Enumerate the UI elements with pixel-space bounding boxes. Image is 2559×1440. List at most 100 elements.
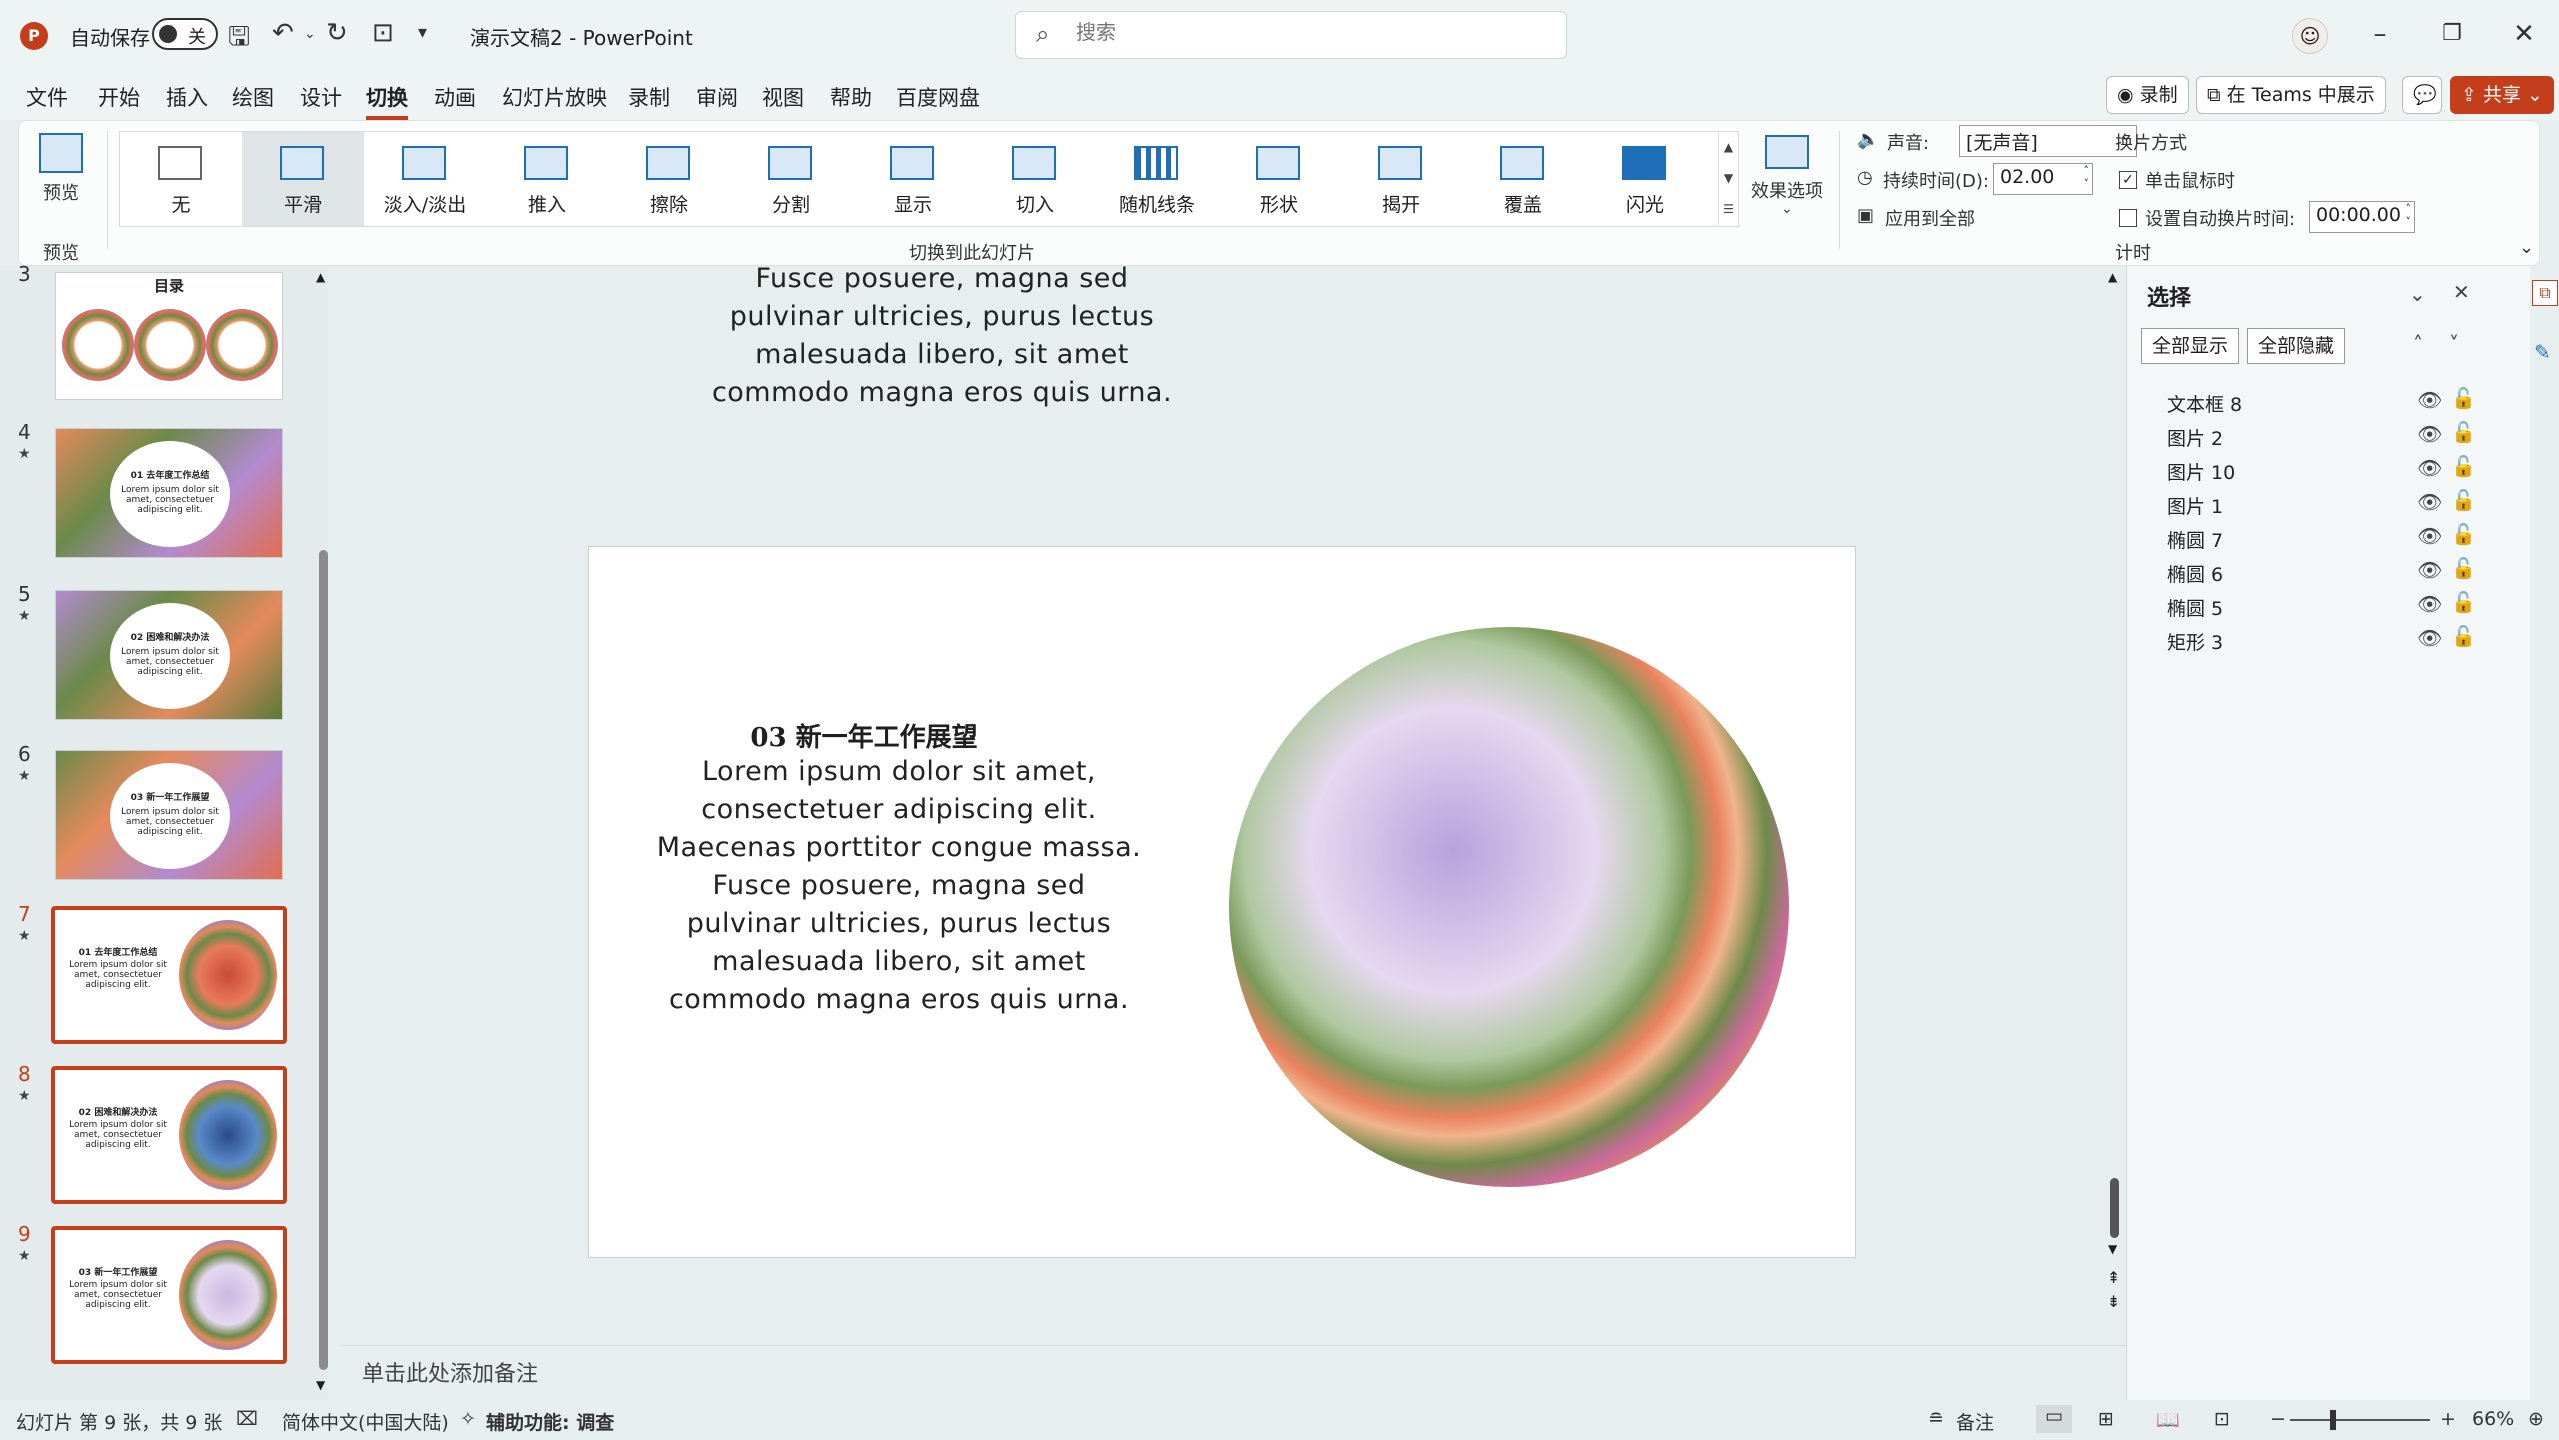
selection-item[interactable]: 椭圆 6: [2167, 560, 2223, 587]
transition-random-bars[interactable]: 随机线条: [1096, 132, 1218, 226]
transition-cover[interactable]: 覆盖: [1462, 132, 1584, 226]
canvas-scrollbar[interactable]: ▲ ▼ ⇞ ⇟: [2104, 266, 2126, 1343]
tab-slideshow[interactable]: 幻灯片放映: [502, 82, 607, 112]
duration-input[interactable]: 02.00 ˄ ˅: [1993, 163, 2093, 195]
slide-thumbnail-9[interactable]: 03 新一年工作展望 Lorem ipsum dolor sit amet, c…: [51, 1226, 287, 1364]
tab-help[interactable]: 帮助: [830, 82, 872, 112]
transition-uncover[interactable]: 揭开: [1340, 132, 1462, 226]
tab-design[interactable]: 设计: [300, 82, 342, 112]
undo-dropdown-icon[interactable]: ⌄: [304, 26, 316, 42]
selection-item[interactable]: 文本框 8: [2167, 390, 2242, 417]
notes-area[interactable]: 单击此处添加备注: [342, 1345, 2126, 1395]
unlock-icon[interactable]: 🔓: [2451, 624, 2476, 648]
accessibility-status[interactable]: 辅助功能: 调查: [486, 1408, 614, 1435]
visibility-eye-icon[interactable]: 👁: [2417, 456, 2442, 480]
selection-item[interactable]: 图片 2: [2167, 424, 2223, 451]
gallery-down-icon[interactable]: ▼: [1718, 163, 1738, 194]
slide-thumbnail-8[interactable]: 02 困难和解决办法 Lorem ipsum dolor sit amet, c…: [51, 1066, 287, 1204]
send-backward-icon[interactable]: ˅: [2449, 332, 2459, 356]
apply-all-button[interactable]: 应用到全部: [1885, 205, 1975, 231]
comments-button[interactable]: 💬: [2402, 76, 2442, 114]
record-button[interactable]: ◉ 录制: [2106, 76, 2189, 114]
slide-sorter-icon[interactable]: ⊞: [2098, 1408, 2114, 1430]
transition-flash[interactable]: 闪光: [1584, 132, 1706, 226]
transition-cut[interactable]: 切入: [974, 132, 1096, 226]
unlock-icon[interactable]: 🔓: [2451, 488, 2476, 512]
gallery-expand-icon[interactable]: ☰: [1718, 194, 1738, 225]
search-box[interactable]: ⌕: [1015, 11, 1567, 59]
unlock-icon[interactable]: 🔓: [2451, 420, 2476, 444]
transition-reveal[interactable]: 显示: [852, 132, 974, 226]
zoom-out-icon[interactable]: −: [2270, 1408, 2286, 1430]
thumbnail-scrollbar[interactable]: ▲ ▼: [314, 270, 334, 1396]
zoom-level[interactable]: 66%: [2472, 1408, 2514, 1430]
slide-thumbnail-7[interactable]: 01 去年度工作总结 Lorem ipsum dolor sit amet, c…: [51, 906, 287, 1044]
close-icon[interactable]: ✕: [2504, 14, 2544, 54]
preview-button-label[interactable]: 预览: [43, 179, 79, 205]
scroll-down-icon[interactable]: ▼: [316, 1378, 325, 1392]
visibility-eye-icon[interactable]: 👁: [2417, 626, 2442, 650]
preview-icon[interactable]: [39, 133, 83, 173]
collapse-ribbon-icon[interactable]: ⌄: [2519, 237, 2534, 258]
tab-insert[interactable]: 插入: [166, 82, 208, 112]
zoom-slider[interactable]: [2290, 1419, 2430, 1421]
selection-item[interactable]: 图片 10: [2167, 458, 2235, 485]
show-all-button[interactable]: 全部显示: [2141, 328, 2240, 364]
present-from-start-icon[interactable]: ⊡: [372, 18, 394, 48]
tab-view[interactable]: 视图: [762, 82, 804, 112]
redo-icon[interactable]: ↻: [326, 18, 348, 48]
transition-shape[interactable]: 形状: [1218, 132, 1340, 226]
auto-advance-checkbox[interactable]: [2119, 209, 2137, 227]
unlock-icon[interactable]: 🔓: [2451, 590, 2476, 614]
visibility-eye-icon[interactable]: 👁: [2417, 490, 2442, 514]
selection-item[interactable]: 椭圆 7: [2167, 526, 2223, 553]
selection-item[interactable]: 图片 1: [2167, 492, 2223, 519]
spinner-icon[interactable]: ˄ ˅: [2084, 164, 2090, 190]
transition-split[interactable]: 分割: [730, 132, 852, 226]
zoom-in-icon[interactable]: +: [2440, 1408, 2456, 1430]
minimize-icon[interactable]: –: [2360, 14, 2400, 54]
undo-icon[interactable]: ↶: [272, 18, 294, 48]
unlock-icon[interactable]: 🔓: [2451, 522, 2476, 546]
customize-toolbar-icon[interactable]: ▾: [418, 22, 427, 43]
tab-animations[interactable]: 动画: [434, 82, 476, 112]
transition-push[interactable]: 推入: [486, 132, 608, 226]
transition-fade[interactable]: 淡入/淡出: [364, 132, 486, 226]
selection-item[interactable]: 椭圆 5: [2167, 594, 2223, 621]
spellcheck-icon[interactable]: ⌧: [236, 1408, 258, 1430]
hide-all-button[interactable]: 全部隐藏: [2247, 328, 2346, 364]
transition-morph[interactable]: 平滑: [242, 132, 364, 226]
transition-none[interactable]: 无: [120, 132, 242, 226]
tab-record[interactable]: 录制: [628, 82, 670, 112]
autosave-toggle[interactable]: 关: [152, 18, 218, 50]
scroll-up-icon[interactable]: ▲: [2108, 270, 2117, 284]
scroll-down-icon[interactable]: ▼: [2108, 1242, 2117, 1256]
zoom-slider-thumb[interactable]: [2330, 1410, 2336, 1430]
selection-item[interactable]: 矩形 3: [2167, 628, 2223, 655]
share-button[interactable]: ⇪ 共享 ⌄: [2450, 76, 2554, 114]
unlock-icon[interactable]: 🔓: [2451, 556, 2476, 580]
slide-thumbnail-5[interactable]: 02 困难和解决办法 Lorem ipsum dolor sit amet, c…: [55, 590, 283, 720]
language-status[interactable]: 简体中文(中国大陆): [282, 1408, 449, 1435]
tab-home[interactable]: 开始: [98, 82, 140, 112]
slide-thumbnail-3[interactable]: 目录: [55, 272, 283, 400]
bring-forward-icon[interactable]: ˄: [2413, 332, 2423, 356]
slideshow-view-icon[interactable]: ⊡: [2214, 1408, 2230, 1430]
teams-present-button[interactable]: ⧉ 在 Teams 中展示: [2196, 76, 2386, 114]
tab-baidu[interactable]: 百度网盘: [896, 82, 980, 112]
current-slide[interactable]: 03 新一年工作展望 Lorem ipsum dolor sit amet, c…: [588, 546, 1856, 1258]
selection-pane-toggle-icon[interactable]: ⧉: [2532, 280, 2558, 306]
save-icon[interactable]: 🖫: [228, 18, 250, 62]
tab-draw[interactable]: 绘图: [232, 82, 274, 112]
transition-wipe[interactable]: 擦除: [608, 132, 730, 226]
visibility-eye-icon[interactable]: 👁: [2417, 558, 2442, 582]
notes-button[interactable]: 备注: [1956, 1408, 1994, 1435]
pane-options-chevron-icon[interactable]: ⌄: [2409, 282, 2426, 306]
visibility-eye-icon[interactable]: 👁: [2417, 524, 2442, 548]
tab-file[interactable]: 文件: [26, 82, 68, 112]
next-slide-icon[interactable]: ⇟: [2107, 1292, 2120, 1311]
restore-icon[interactable]: ❐: [2432, 14, 2472, 54]
slide-title[interactable]: 03 新一年工作展望: [589, 717, 1139, 754]
close-pane-icon[interactable]: ✕: [2453, 280, 2470, 304]
fit-slide-icon[interactable]: ⊕: [2528, 1408, 2544, 1430]
